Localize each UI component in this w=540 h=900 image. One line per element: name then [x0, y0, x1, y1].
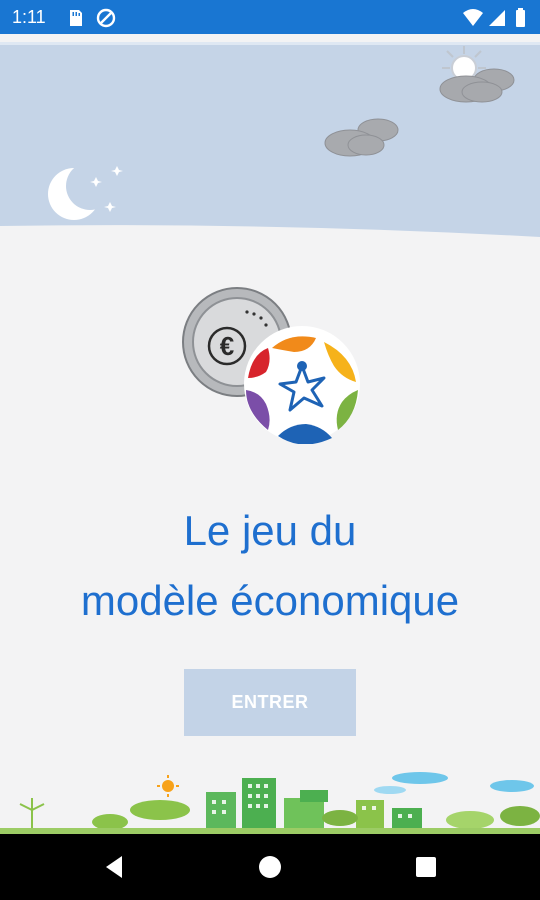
- back-icon[interactable]: [100, 852, 130, 882]
- sky-illustration: [0, 42, 540, 237]
- city-illustration: [0, 772, 540, 834]
- home-icon[interactable]: [255, 852, 285, 882]
- sd-card-icon: [70, 10, 82, 26]
- data-saver-icon: [96, 8, 116, 28]
- signal-icon: [489, 10, 505, 26]
- battery-icon: [516, 8, 525, 27]
- sun-small-icon: [157, 775, 179, 797]
- page-title-line-1: Le jeu du: [183, 507, 357, 554]
- page-title-line-2: modèle économique: [80, 577, 460, 624]
- star-emblem-icon: [244, 326, 360, 444]
- wifi-icon: [463, 9, 483, 26]
- app-logo: €: [182, 287, 360, 444]
- status-right-icons: [462, 7, 530, 34]
- status-time: 1:11: [12, 7, 46, 27]
- status-bar: 1:11: [0, 0, 540, 34]
- svg-text:€: €: [220, 331, 234, 361]
- status-left-icons: [66, 8, 126, 33]
- enter-button[interactable]: ENTRER: [184, 669, 356, 736]
- recents-icon[interactable]: [411, 852, 441, 882]
- cloud-icon-right: [374, 772, 534, 794]
- navigation-bar: [0, 834, 540, 900]
